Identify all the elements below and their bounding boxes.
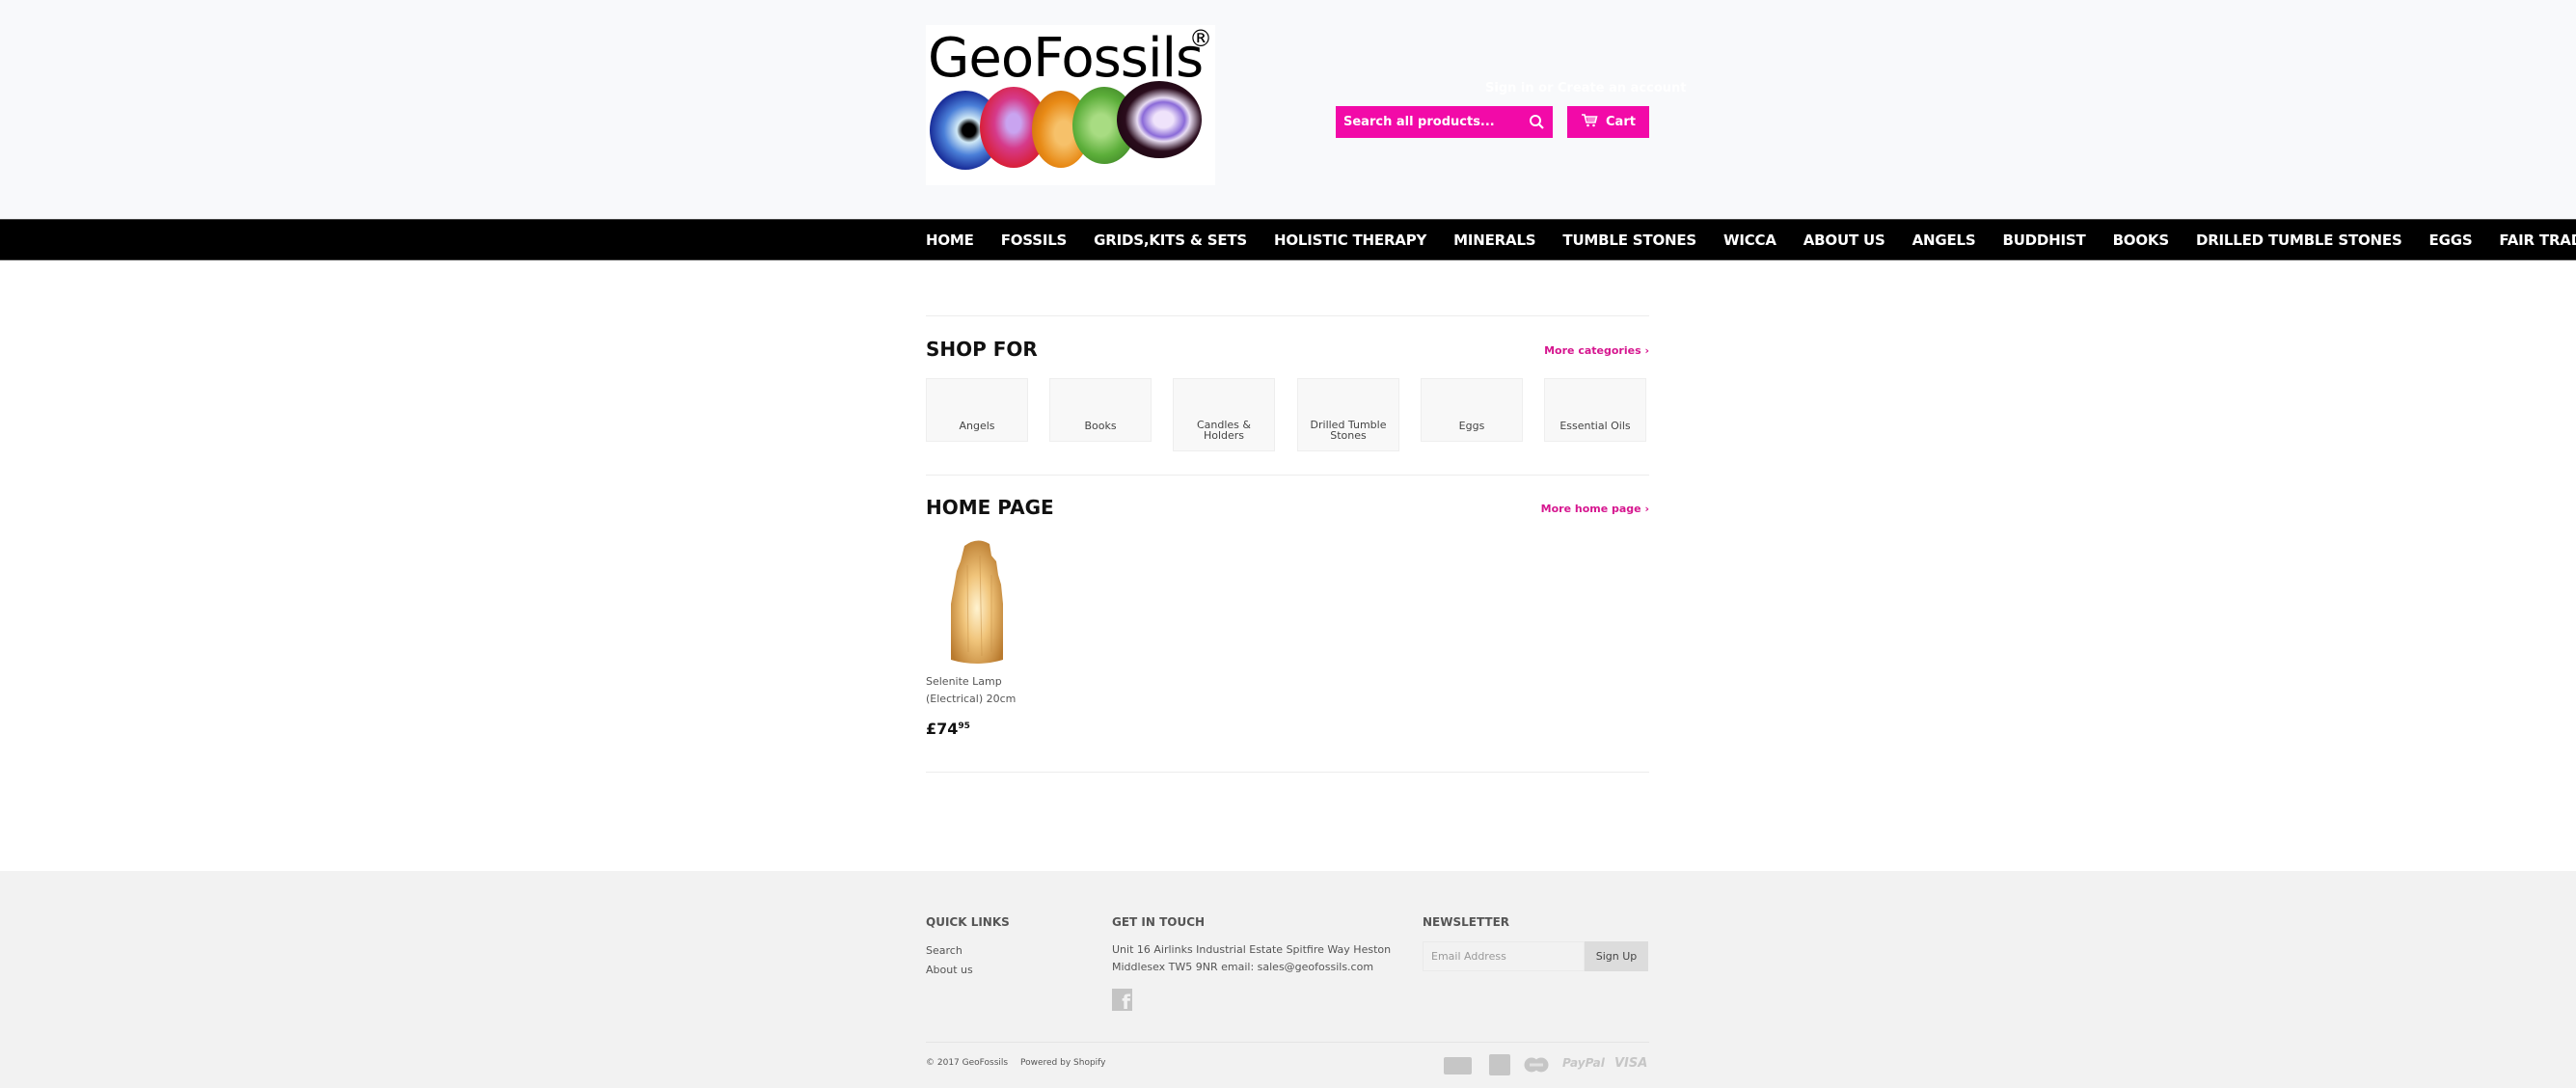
nav-item-books[interactable]: BOOKS [2113, 231, 2170, 249]
nav-item-wicca[interactable]: WICCA [1723, 231, 1776, 249]
footer-link-search[interactable]: Search [926, 944, 963, 957]
divider [926, 772, 1649, 773]
nav-item-about-us[interactable]: ABOUT US [1803, 231, 1885, 249]
nav-item-buddhist[interactable]: BUDDHIST [2002, 231, 2085, 249]
category-label: Books [1084, 420, 1117, 432]
account-links[interactable]: Sign in or Create an account [1485, 81, 1687, 95]
nav-item-drilled-tumble-stones[interactable]: DRILLED TUMBLE STONES [2196, 231, 2402, 249]
facebook-icon[interactable]: f [1112, 989, 1132, 1011]
site-logo[interactable]: GeoFossils ® [926, 25, 1215, 185]
nav-item-tumble-stones[interactable]: TUMBLE STONES [1562, 231, 1696, 249]
product-image-selenite-lamp[interactable] [943, 536, 1011, 671]
newsletter-title: NEWSLETTER [1423, 915, 1510, 929]
category-label: Essential Oils [1559, 420, 1631, 432]
nav-item-home[interactable]: HOME [926, 231, 974, 249]
contact-line-1: Unit 16 Airlinks Industrial Estate Spitf… [1112, 943, 1392, 956]
divider [926, 315, 1649, 316]
category-tile-books[interactable]: Books [1049, 378, 1152, 442]
site-header: GeoFossils ® Sign in or Create an accoun… [0, 0, 2576, 219]
divider [926, 475, 1649, 476]
search-form [1336, 106, 1553, 138]
category-tile-essential-oils[interactable]: Essential Oils [1544, 378, 1646, 442]
paypal-icon: PayPal [1562, 1056, 1605, 1070]
nav-item-fossils[interactable]: FOSSILS [1001, 231, 1068, 249]
nav-item-minerals[interactable]: MINERALS [1453, 231, 1535, 249]
powered-by-shopify-link[interactable]: Powered by Shopify [1020, 1058, 1106, 1068]
nav-item-fair-trade[interactable]: FAIR TRADE [2499, 231, 2576, 249]
more-categories-link[interactable]: More categories › [1544, 344, 1649, 357]
mastercard-icon [1524, 1057, 1549, 1073]
category-tile-candles-holders[interactable]: Candles & Holders [1173, 378, 1275, 451]
visa-icon: VISA [1614, 1056, 1648, 1071]
nav-item-holistic-therapy[interactable]: HOLISTIC THERAPY [1274, 231, 1426, 249]
category-tile-drilled-tumble-stones[interactable]: Drilled Tumble Stones [1297, 378, 1399, 451]
category-label: Angels [959, 420, 995, 432]
category-tile-angels[interactable]: Angels [926, 378, 1028, 442]
nav-item-angels[interactable]: ANGELS [1912, 231, 1976, 249]
shop-for-title: SHOP FOR [926, 338, 1038, 361]
footer-divider [926, 1042, 1649, 1043]
product-name[interactable]: Selenite Lamp (Electrical) 20cm [926, 673, 1042, 708]
main-navigation: HOME FOSSILS GRIDS,KITS & SETS HOLISTIC THE… [0, 219, 2576, 260]
contact-address: Unit 16 Airlinks Industrial Estate Spitf… [1112, 941, 1391, 976]
search-input[interactable] [1336, 106, 1519, 138]
contact-line-2: Middlesex TW5 9NR email: sales@geofossil… [1112, 961, 1374, 973]
category-label: Eggs [1458, 420, 1485, 432]
category-label: Candles & Holders [1196, 419, 1251, 442]
home-page-title: HOME PAGE [926, 496, 1054, 519]
american-express-icon [1489, 1054, 1510, 1075]
nav-item-eggs[interactable]: EGGS [2429, 231, 2473, 249]
more-home-page-link[interactable]: More home page › [1541, 503, 1649, 515]
category-tile-eggs[interactable]: Eggs [1421, 378, 1523, 442]
product-price: £7495 [926, 720, 970, 738]
amazon-payments-icon [1444, 1057, 1472, 1074]
cart-icon [1581, 113, 1598, 131]
footer-link-about-us[interactable]: About us [926, 964, 973, 976]
get-in-touch-title: GET IN TOUCH [1112, 915, 1206, 929]
newsletter-email-input[interactable] [1423, 941, 1585, 971]
category-label: Drilled Tumble Stones [1310, 419, 1387, 442]
nav-item-grids-kits-sets[interactable]: GRIDS,KITS & SETS [1094, 231, 1247, 249]
nav-items: HOME FOSSILS GRIDS,KITS & SETS HOLISTIC THE… [926, 220, 2576, 259]
geode-purple [1117, 81, 1202, 158]
search-icon[interactable] [1528, 113, 1547, 132]
price-main: £74 [926, 720, 959, 738]
copyright: © 2017 GeoFossils [926, 1058, 1009, 1068]
logo-registered-mark: ® [1189, 25, 1212, 52]
price-cents: 95 [958, 721, 970, 731]
site-footer [0, 871, 2576, 1088]
newsletter-signup-button[interactable]: Sign Up [1585, 941, 1648, 971]
cart-label: Cart [1606, 115, 1636, 129]
cart-button[interactable]: Cart [1567, 106, 1649, 138]
quick-links-title: QUICK LINKS [926, 915, 1010, 929]
product-card[interactable]: Selenite Lamp (Electrical) 20cm £7495 [926, 536, 1042, 758]
